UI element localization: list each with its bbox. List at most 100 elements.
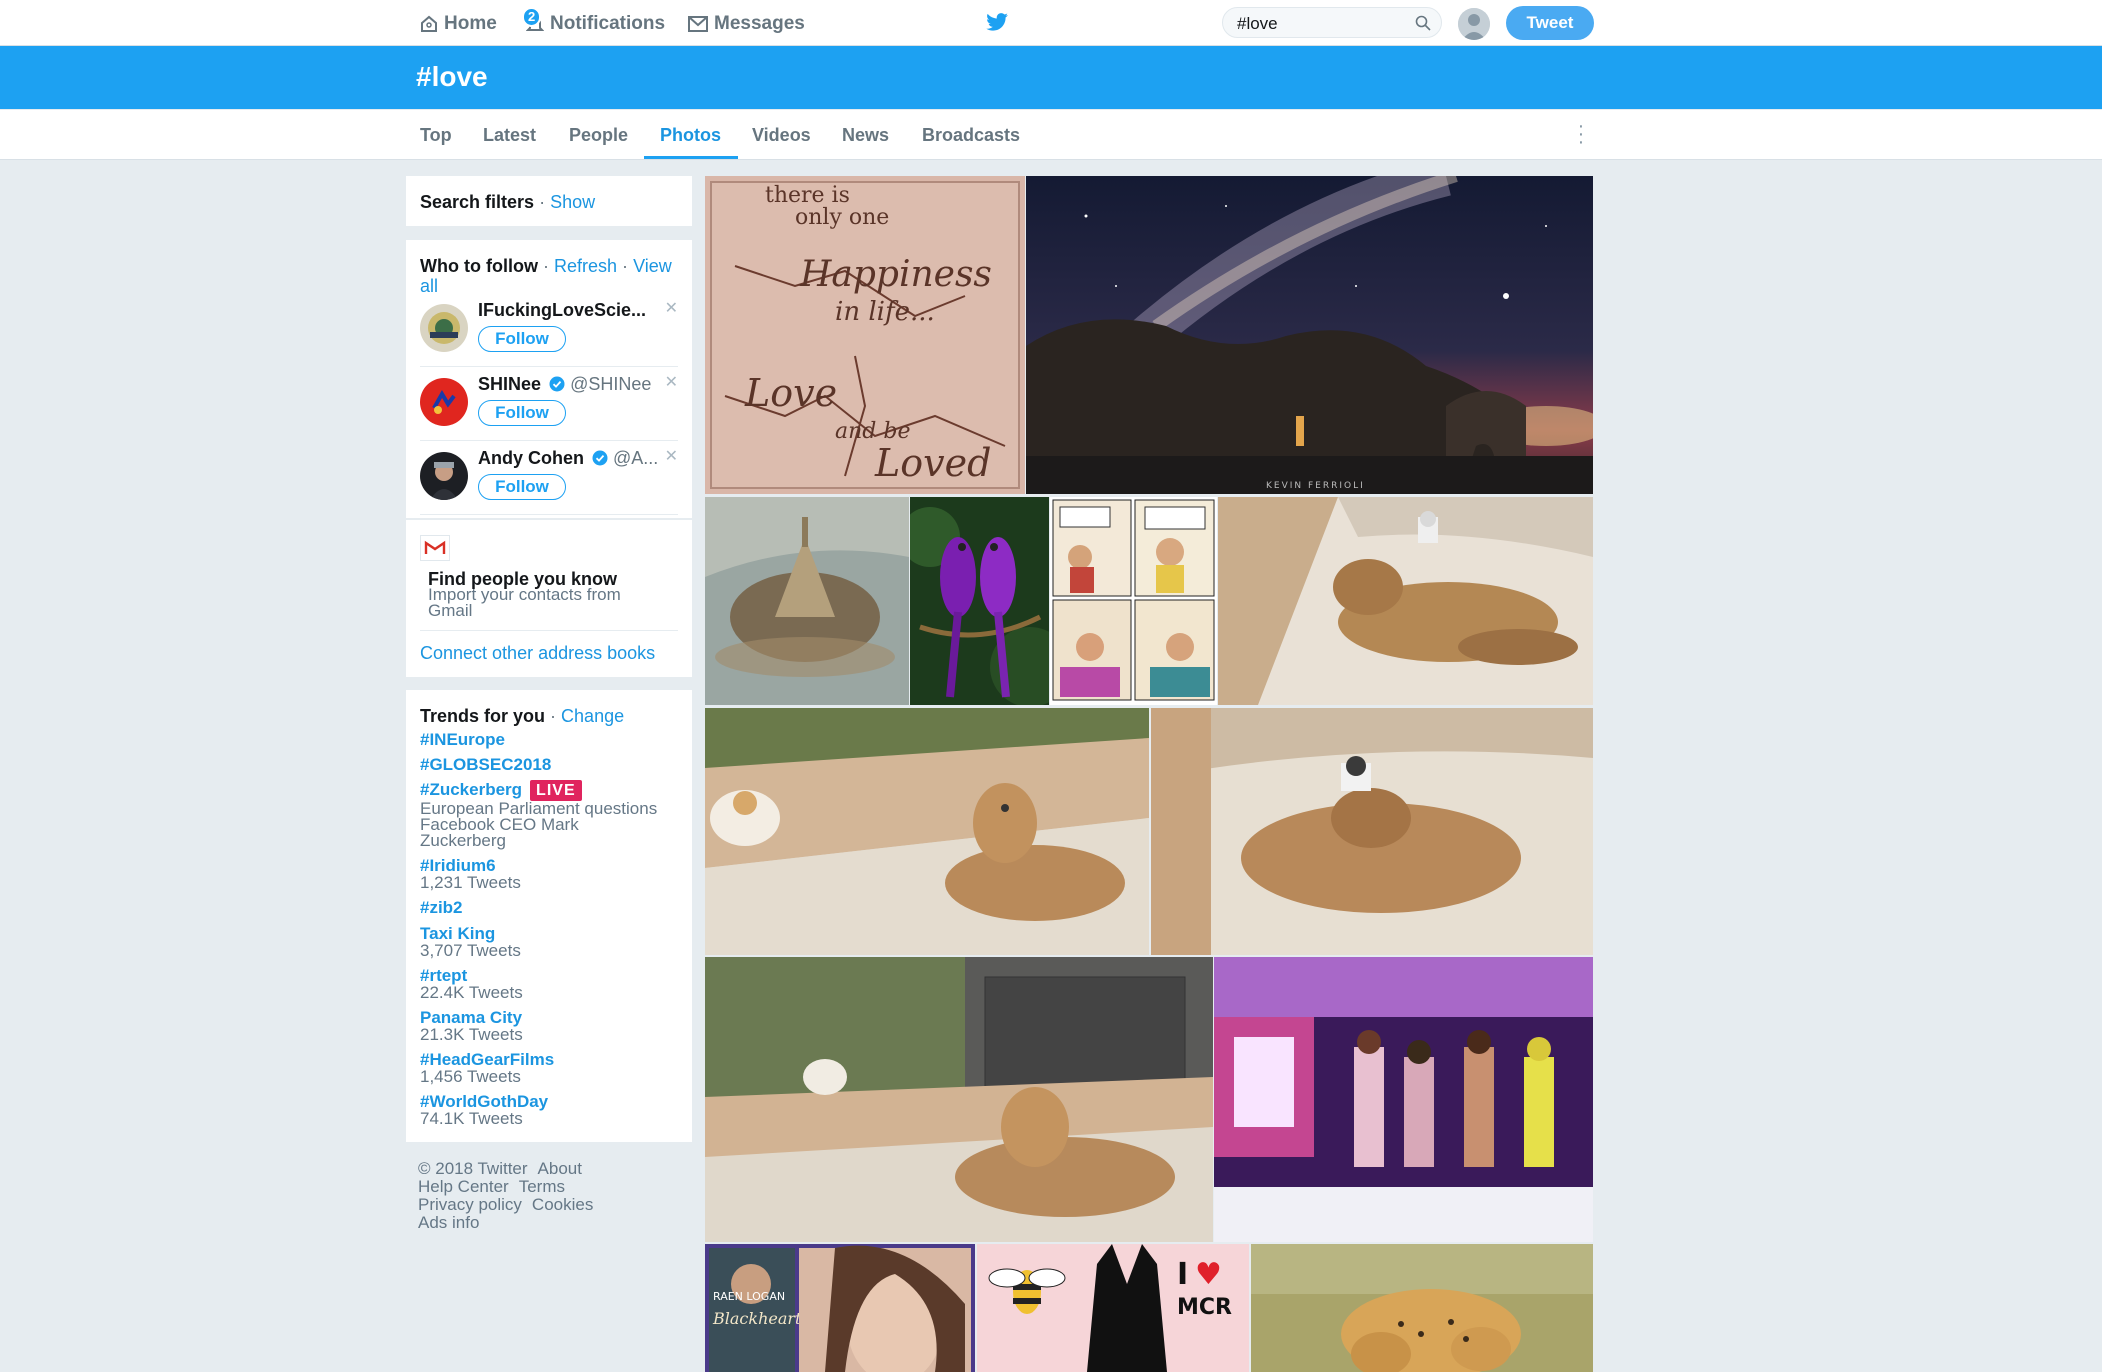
avatar[interactable] <box>420 452 468 500</box>
home-icon <box>421 15 437 32</box>
trend-name: #INEurope <box>420 730 506 749</box>
search-input[interactable] <box>1235 13 1409 35</box>
tab-people[interactable]: People <box>569 125 628 146</box>
trend-tweet-count: 22.4K Tweets <box>420 983 523 1002</box>
divider <box>420 630 678 631</box>
separator: · <box>622 256 629 276</box>
close-icon[interactable]: ✕ <box>665 372 678 392</box>
photo-book-cover[interactable]: RAEN LOGAN Blackheart <box>705 1244 975 1372</box>
close-icon[interactable]: ✕ <box>665 446 678 466</box>
follow-suggestion-row: SHINee @SHINee Follow ✕ <box>420 366 678 441</box>
tab-news[interactable]: News <box>842 125 889 146</box>
verified-badge-icon <box>549 376 565 392</box>
tweet-button[interactable]: Tweet <box>1506 6 1594 40</box>
account-name[interactable]: Andy Cohen <box>478 448 584 468</box>
close-icon[interactable]: ✕ <box>665 298 678 318</box>
nav-home-label: Home <box>444 13 497 34</box>
search-icon[interactable] <box>1415 15 1431 31</box>
follow-suggestion-row: IFuckingLoveScie... Follow ✕ <box>420 292 678 367</box>
photo-party-scene[interactable] <box>1214 957 1593 1242</box>
connect-address-books-link[interactable]: Connect other address books <box>420 643 655 664</box>
book-title: Blackheart <box>712 1309 802 1328</box>
photo-milky-way-coast[interactable]: KEVIN FERRIOLI <box>1026 176 1593 494</box>
account-name[interactable]: SHINee <box>478 374 541 394</box>
quote-line-5: Love <box>744 371 837 415</box>
photo-dog-with-kitten[interactable] <box>1151 708 1593 955</box>
tab-top[interactable]: Top <box>420 125 452 146</box>
footer-terms-link[interactable]: Terms <box>519 1177 565 1196</box>
footer-cookies-link[interactable]: Cookies <box>532 1195 593 1214</box>
quote-line-4: in life... <box>835 297 935 327</box>
trend-description-line-3: Zuckerberg <box>420 831 506 850</box>
trend-item[interactable]: #INEurope <box>420 730 505 749</box>
page-title: #love <box>416 61 488 92</box>
nav-messages[interactable]: Messages <box>688 13 805 35</box>
trends-change-link[interactable]: Change <box>561 706 624 726</box>
quote-line-2: only one <box>795 205 889 230</box>
search-box <box>1222 7 1442 38</box>
more-options-icon[interactable]: · · · <box>1576 116 1586 152</box>
profile-avatar[interactable] <box>1458 8 1490 40</box>
photo-mont-saint-michel[interactable] <box>705 497 909 705</box>
photo-dog-and-kitten[interactable] <box>1218 497 1593 705</box>
follow-button[interactable]: Follow <box>478 400 566 426</box>
photo-happiness-quote[interactable]: there is only one Happiness in life... L… <box>705 176 1025 494</box>
follow-button[interactable]: Follow <box>478 326 566 352</box>
trend-description: European Parliament questions Facebook C… <box>420 800 657 850</box>
mcr-text: MCR <box>1177 1295 1232 1320</box>
nav-notifications[interactable]: 2 Notifications <box>522 7 666 35</box>
trend-tweet-count: 21.3K Tweets <box>420 1025 523 1044</box>
avatar[interactable] <box>420 304 468 352</box>
tab-latest[interactable]: Latest <box>483 125 536 146</box>
twitter-bird-icon[interactable] <box>986 13 1008 36</box>
footer-help-link[interactable]: Help Center <box>418 1177 509 1196</box>
book-author: RAEN LOGAN <box>713 1290 785 1303</box>
avatar[interactable] <box>420 378 468 426</box>
tab-videos[interactable]: Videos <box>752 125 811 146</box>
photo-dog-and-cat-steps[interactable] <box>705 708 1149 955</box>
trend-tweet-count: 1,456 Tweets <box>420 1067 521 1086</box>
footer-about-link[interactable]: About <box>538 1159 582 1178</box>
find-people-subtitle: Import your contacts from Gmail <box>428 586 621 619</box>
trend-item[interactable]: #Iridium6 1,231 Tweets <box>420 856 521 891</box>
trend-tweet-count: 1,231 Tweets <box>420 873 521 892</box>
photo-comic-strip[interactable] <box>1050 497 1217 705</box>
trend-item[interactable]: #WorldGothDay 74.1K Tweets <box>420 1092 548 1127</box>
refresh-link[interactable]: Refresh <box>554 256 617 276</box>
photo-manchester-bee[interactable]: I ♥ MCR <box>977 1244 1249 1372</box>
separator: · <box>542 256 549 276</box>
envelope-icon <box>688 16 708 32</box>
photo-purple-parrots[interactable] <box>910 497 1049 705</box>
search-header-banner: #love <box>0 46 2102 109</box>
divider <box>406 518 692 520</box>
trend-item[interactable]: Panama City 21.3K Tweets <box>420 1008 523 1043</box>
trend-name: #Zuckerberg <box>420 780 523 799</box>
search-filters-show-link[interactable]: Show <box>550 192 595 212</box>
tab-photos[interactable]: Photos <box>660 125 721 146</box>
quote-line-7: Loved <box>874 441 991 485</box>
trend-item[interactable]: #GLOBSEC2018 <box>420 755 551 774</box>
account-name[interactable]: IFuckingLoveScie... <box>478 300 646 320</box>
follow-suggestion-row: Andy Cohen @A... Follow ✕ <box>420 440 678 515</box>
trend-item[interactable]: #zib2 <box>420 898 463 917</box>
nav-home[interactable]: Home <box>420 13 497 35</box>
follow-button[interactable]: Follow <box>478 474 566 500</box>
footer-privacy-link[interactable]: Privacy policy <box>418 1195 522 1214</box>
trend-name: #zib2 <box>420 898 463 917</box>
trend-item[interactable]: #rtept 22.4K Tweets <box>420 966 523 1001</box>
top-navigation-bar: Home 2 Notifications Messages #love Twee… <box>0 0 2102 46</box>
trends-module: Trends for you · Change #INEurope #GLOBS… <box>406 690 692 1142</box>
who-to-follow-module: Who to follow · Refresh · View all IFucki… <box>406 240 692 677</box>
verified-badge-icon <box>592 450 608 466</box>
tab-broadcasts[interactable]: Broadcasts <box>922 125 1020 146</box>
trend-item[interactable]: #HeadGearFilms 1,456 Tweets <box>420 1050 554 1085</box>
trends-title: Trends for you <box>420 706 546 726</box>
photo-credit: KEVIN FERRIOLI <box>1266 481 1365 491</box>
trend-item[interactable]: Taxi King 3,707 Tweets <box>420 924 521 959</box>
who-to-follow-title: Who to follow <box>420 256 538 276</box>
trend-item[interactable]: #Zuckerberg LIVE European Parliament ques… <box>420 780 657 849</box>
nav-notifications-label: Notifications <box>550 13 666 34</box>
photo-dog-and-kitten-gate[interactable] <box>705 957 1213 1242</box>
photo-cheetahs[interactable] <box>1251 1244 1593 1372</box>
footer-ads-link[interactable]: Ads info <box>418 1213 479 1232</box>
